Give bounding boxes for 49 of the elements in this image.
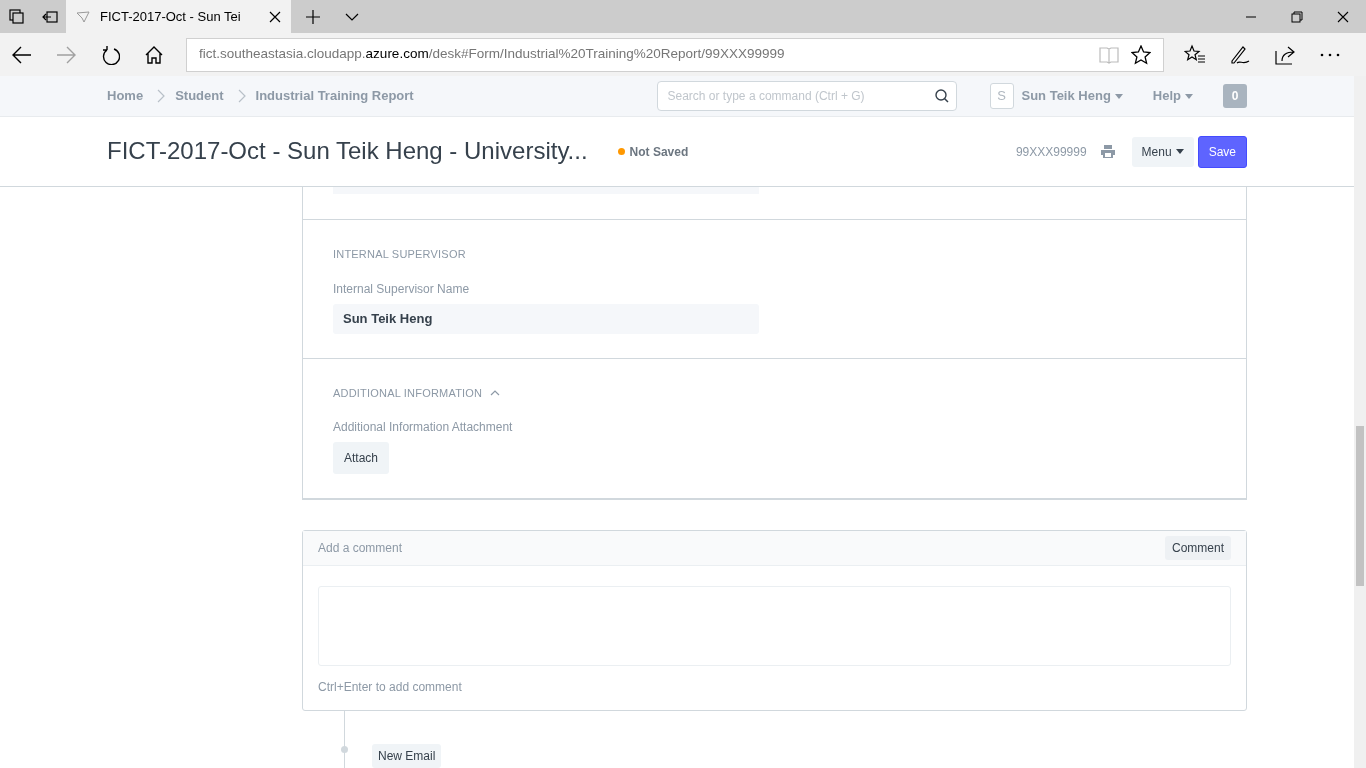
url-text: fict.southeastasia.cloudapp.azure.com/desk#Form/Industrial%20Training%20Report/99XXX99999 [199, 45, 786, 64]
breadcrumb-link[interactable]: Home [107, 86, 144, 106]
help-menu[interactable]: Help [1152, 86, 1193, 106]
caret-icon [1185, 93, 1193, 99]
tab-title: FICT-2017-Oct - Sun Tei [100, 7, 241, 26]
scrollbar-thumb[interactable] [1356, 426, 1364, 586]
comment-hint: Ctrl+Enter to add comment [317, 679, 463, 696]
search-field[interactable]: Search or type a command (Ctrl + G) [656, 81, 957, 111]
back-arrow-icon[interactable] [12, 45, 32, 64]
status-dot [617, 148, 625, 155]
search-icon[interactable] [934, 89, 949, 103]
menu-button[interactable]: Menu [1131, 136, 1194, 167]
breadcrumb-link[interactable]: Industrial Training Report [255, 86, 414, 106]
status-label: Not Saved [629, 143, 689, 161]
chevron-right-icon [157, 89, 166, 103]
chevron-right-icon [237, 89, 246, 103]
save-button[interactable]: Save [1197, 135, 1247, 168]
field-label: Internal Supervisor Name [333, 280, 471, 298]
scrollbar[interactable] [1354, 76, 1366, 768]
comment-prompt: Add a comment [318, 540, 403, 557]
browser-tab[interactable]: FICT-2017-Oct - Sun Tei [66, 0, 291, 33]
tabs-icon[interactable] [8, 8, 25, 25]
new-email-button[interactable]: New Email [372, 744, 442, 768]
close-icon[interactable] [269, 10, 281, 23]
page-title: FICT-2017-Oct - Sun Teik Heng - University... [107, 137, 588, 166]
favorites-list-icon[interactable] [1183, 43, 1206, 66]
caret-icon [1114, 93, 1123, 99]
field-label: Additional Information Attachment [333, 419, 514, 436]
input-field[interactable] [333, 187, 759, 194]
chevron-up-icon[interactable] [490, 389, 501, 396]
attach-button[interactable]: Attach [333, 442, 390, 474]
user-menu[interactable]: Sun Teik Heng [1021, 86, 1123, 106]
breadcrumb-link[interactable]: Student [175, 86, 224, 106]
restore-icon[interactable] [1291, 10, 1303, 23]
printer-icon[interactable] [1100, 145, 1115, 158]
input-field[interactable]: Sun Teik Heng [333, 303, 759, 334]
chevron-down-icon[interactable] [344, 12, 359, 21]
set-aside-tabs-icon[interactable] [41, 9, 58, 24]
plus-icon[interactable] [306, 9, 320, 24]
section-heading[interactable]: ADDITIONAL INFORMATION [333, 384, 483, 401]
comment-button[interactable]: Comment [1165, 536, 1231, 560]
close-icon[interactable] [1337, 10, 1349, 23]
star-icon[interactable] [1131, 44, 1151, 65]
document-id: 99XXX99999 [1015, 143, 1087, 161]
section-heading: INTERNAL SUPERVISOR [333, 247, 466, 262]
home-icon[interactable] [145, 45, 163, 64]
caret-icon [1175, 149, 1184, 154]
address-field[interactable]: fict.southeastasia.cloudapp.azure.com/desk#Form/Industrial%20Training%20Report/99XXX99999 [186, 37, 1164, 72]
refresh-icon[interactable] [100, 44, 120, 65]
